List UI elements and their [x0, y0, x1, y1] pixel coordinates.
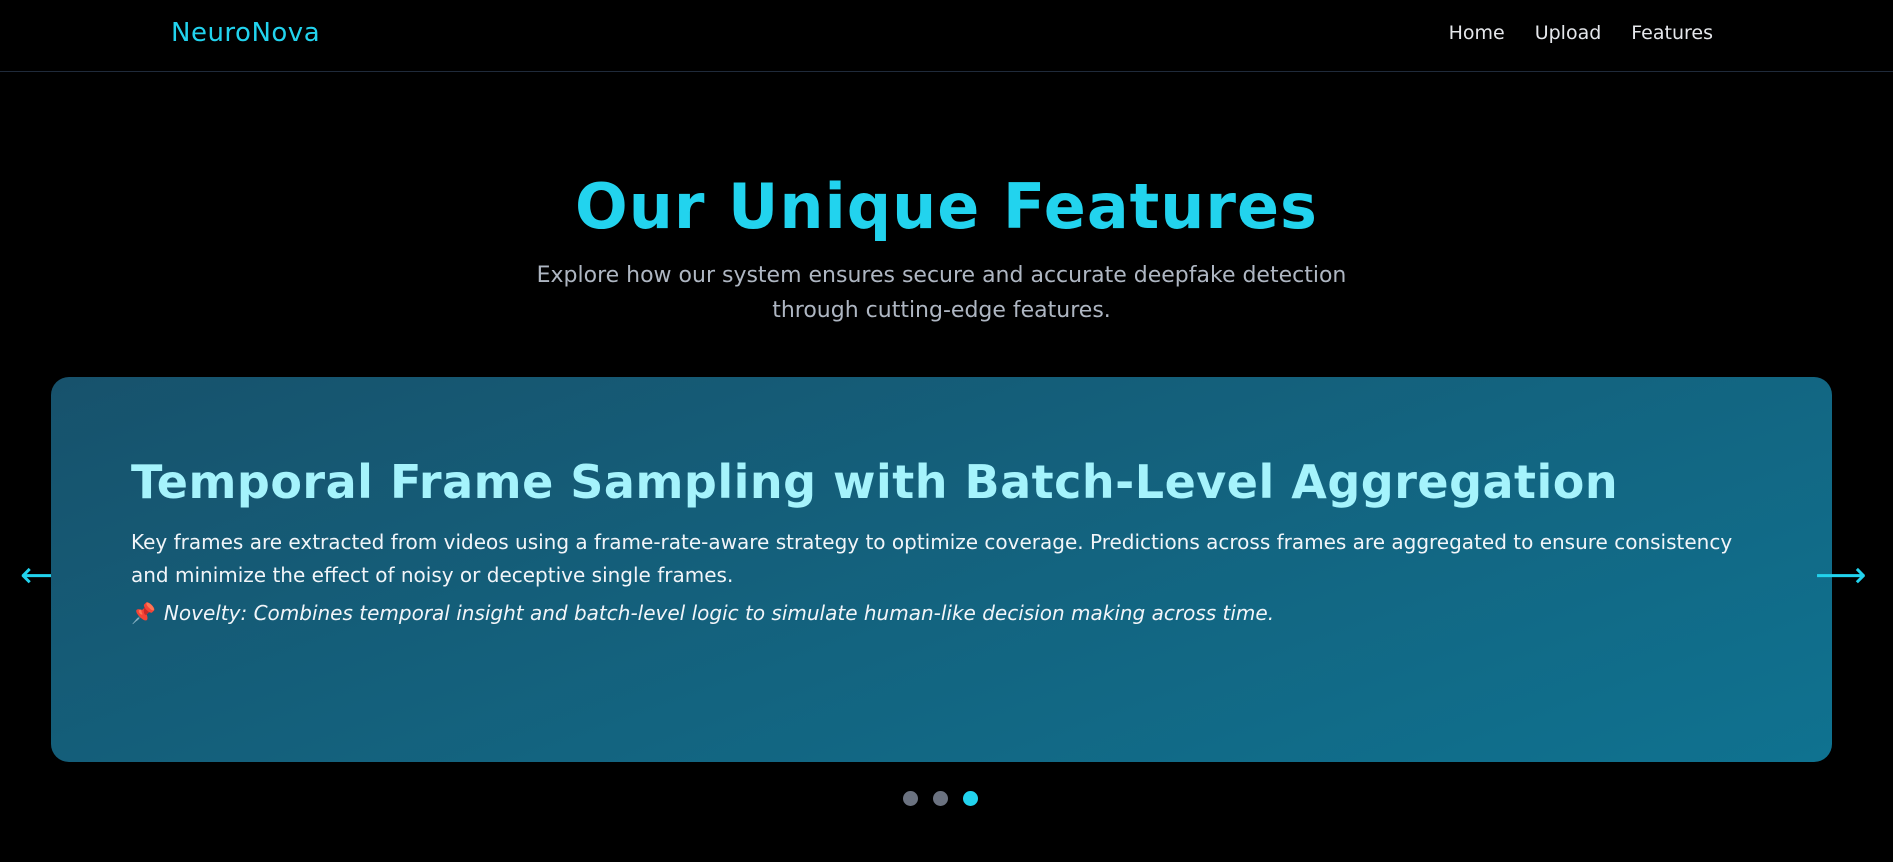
carousel-dot-3[interactable] — [963, 791, 978, 806]
feature-card-title: Temporal Frame Sampling with Batch-Level… — [131, 455, 1619, 509]
brand-logo[interactable]: NeuroNova — [171, 18, 320, 48]
novelty-text: Novelty: Combines temporal insight and b… — [163, 601, 1275, 625]
page-title: Our Unique Features — [575, 170, 1318, 243]
carousel-dot-2[interactable] — [933, 791, 948, 806]
navbar: NeuroNova Home Upload Features — [0, 0, 1893, 72]
feature-card-description: Key frames are extracted from videos usi… — [131, 530, 1733, 587]
carousel-dots — [903, 791, 978, 806]
nav-link-home[interactable]: Home — [1449, 22, 1505, 44]
page-subtitle: Explore how our system ensures secure an… — [536, 263, 1347, 323]
carousel-dot-1[interactable] — [903, 791, 918, 806]
feature-card: Temporal Frame Sampling with Batch-Level… — [51, 377, 1832, 762]
nav-link-upload[interactable]: Upload — [1535, 22, 1602, 44]
nav-link-features[interactable]: Features — [1631, 22, 1713, 44]
next-arrow-icon[interactable]: ⟶ — [1815, 556, 1867, 596]
nav-links: Home Upload Features — [1449, 22, 1713, 44]
feature-card-novelty: 📌 Novelty: Combines temporal insight and … — [131, 601, 1771, 625]
pin-icon: 📌 — [131, 601, 156, 625]
